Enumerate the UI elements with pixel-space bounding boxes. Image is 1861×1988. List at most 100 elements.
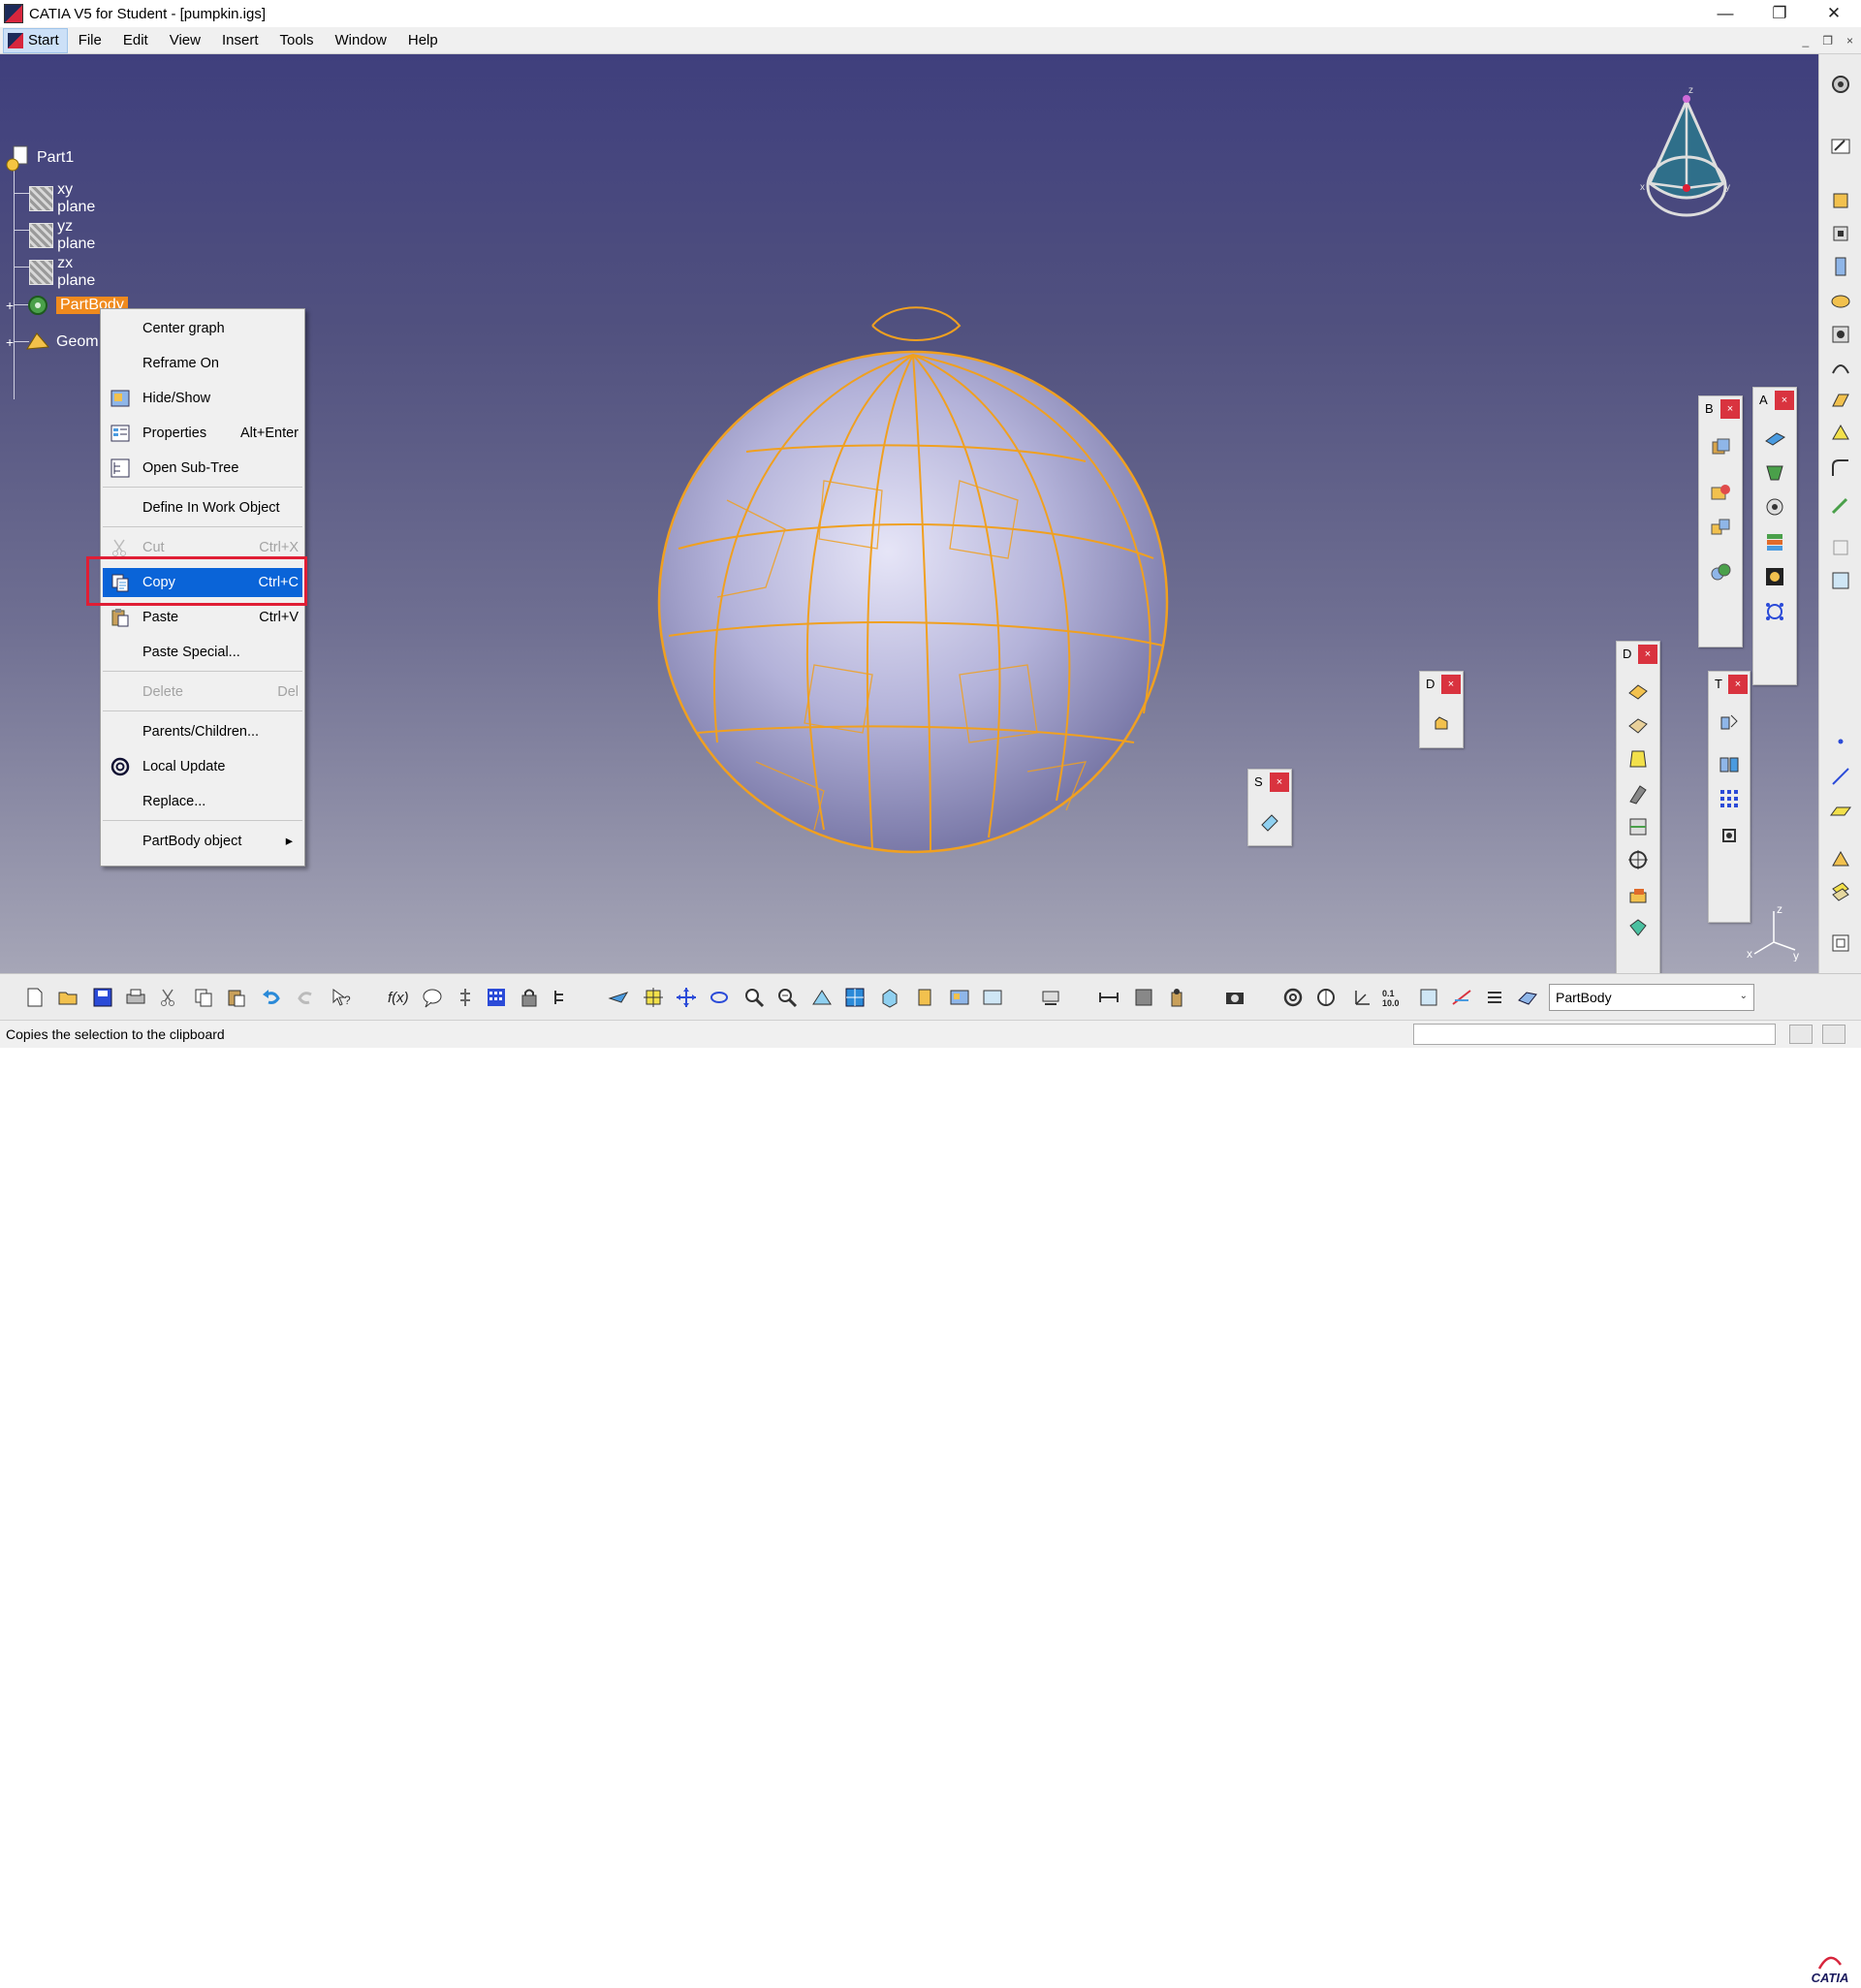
thickness-icon[interactable] xyxy=(1625,781,1651,806)
menu-item-paste-special[interactable]: Paste Special... xyxy=(103,638,302,667)
groove-tool-icon[interactable] xyxy=(1827,289,1854,314)
scaling-icon[interactable] xyxy=(1717,823,1742,848)
hide-show-view-icon[interactable] xyxy=(946,984,973,1011)
stiffener-tool-icon[interactable] xyxy=(1827,421,1854,446)
toolbar-header[interactable]: T × xyxy=(1709,672,1750,697)
sketcher-icon[interactable] xyxy=(1827,134,1854,159)
close-icon[interactable]: × xyxy=(1441,675,1461,694)
add-body-icon[interactable] xyxy=(1708,480,1733,505)
hole-tool-icon[interactable] xyxy=(1827,322,1854,347)
point-icon[interactable] xyxy=(1827,729,1854,754)
interactive-drafting-icon[interactable] xyxy=(1312,984,1340,1011)
stop-command-button[interactable] xyxy=(1822,1025,1845,1044)
sweep-icon[interactable] xyxy=(1762,494,1787,520)
knowledge-icon[interactable] xyxy=(452,984,479,1011)
tree-root-part1[interactable]: Part1 xyxy=(4,143,74,173)
boolean-operation-icon[interactable] xyxy=(1708,435,1733,460)
open-folder-icon[interactable] xyxy=(54,984,81,1011)
pocket-tool-icon[interactable] xyxy=(1827,221,1854,246)
redo-icon[interactable] xyxy=(293,984,320,1011)
isometric-view-icon[interactable] xyxy=(876,984,903,1011)
comment-icon[interactable] xyxy=(419,984,446,1011)
multi-section-icon[interactable] xyxy=(1762,529,1787,554)
tree-item-xy-plane[interactable]: xy plane xyxy=(29,181,102,216)
local-update-icon[interactable] xyxy=(1279,984,1307,1011)
menu-view[interactable]: View xyxy=(159,32,211,48)
close-icon[interactable]: × xyxy=(1775,391,1794,410)
menu-item-properties[interactable]: Properties Alt+Enter xyxy=(103,419,302,448)
shading-icon[interactable] xyxy=(911,984,938,1011)
menu-tools[interactable]: Tools xyxy=(268,32,324,48)
doc-minimize-button[interactable]: _ xyxy=(1803,34,1810,47)
menu-item-open-sub-tree[interactable]: Open Sub-Tree xyxy=(103,454,302,483)
hidden-tool-icon[interactable] xyxy=(1827,535,1854,560)
close-icon[interactable]: × xyxy=(1638,645,1657,664)
compass-icon[interactable]: z x y xyxy=(1638,81,1735,227)
copy-icon[interactable] xyxy=(190,984,217,1011)
close-icon[interactable]: × xyxy=(1270,773,1289,792)
menu-item-partbody-object[interactable]: PartBody object ▸ xyxy=(103,827,302,856)
fit-all-in-icon[interactable] xyxy=(640,984,667,1011)
axis-system-icon[interactable] xyxy=(1827,847,1854,872)
rib-tool-icon[interactable] xyxy=(1827,355,1854,380)
tree-item-geometrical-set[interactable]: + Geom xyxy=(6,330,99,355)
toolbar-header[interactable]: D × xyxy=(1617,642,1659,667)
constraints-icon[interactable] xyxy=(1415,984,1442,1011)
assemble-icon[interactable] xyxy=(1708,515,1733,540)
fly-mode-icon[interactable] xyxy=(605,984,632,1011)
undo-icon[interactable] xyxy=(258,984,285,1011)
menu-item-paste[interactable]: Paste Ctrl+V xyxy=(103,603,302,632)
frame-tool-icon[interactable] xyxy=(1827,568,1854,593)
measure-inertia-icon[interactable] xyxy=(1163,984,1190,1011)
measure-icon[interactable] xyxy=(1762,564,1787,589)
axis-system-tool-icon[interactable] xyxy=(1347,984,1374,1011)
zoom-in-icon[interactable] xyxy=(741,984,768,1011)
edge-fillet-icon[interactable] xyxy=(1827,456,1854,481)
close-icon[interactable]: × xyxy=(1728,675,1748,694)
line-icon[interactable] xyxy=(1827,764,1854,789)
grid-snap-icon[interactable] xyxy=(1448,984,1475,1011)
expand-icon[interactable]: + xyxy=(6,334,23,350)
translation-icon[interactable] xyxy=(1717,709,1742,734)
menu-item-center-graph[interactable]: Center graph xyxy=(103,314,302,343)
pattern-icon[interactable] xyxy=(1762,599,1787,624)
surface-eraser-icon[interactable] xyxy=(1257,808,1282,834)
whats-this-icon[interactable]: ? xyxy=(328,984,355,1011)
new-file-icon[interactable] xyxy=(21,984,48,1011)
menu-edit[interactable]: Edit xyxy=(112,32,159,48)
doc-restore-button[interactable]: ❐ xyxy=(1822,34,1833,47)
pad-tool-icon[interactable] xyxy=(1827,188,1854,213)
expand-icon[interactable]: + xyxy=(6,298,23,313)
menu-insert[interactable]: Insert xyxy=(211,32,269,48)
replace-face-icon[interactable] xyxy=(1625,915,1651,940)
menu-item-define-in-work-object[interactable]: Define In Work Object xyxy=(103,493,302,522)
formula-icon[interactable]: f(x) xyxy=(386,984,413,1011)
swap-visible-icon[interactable] xyxy=(979,984,1006,1011)
pan-icon[interactable] xyxy=(673,984,700,1011)
command-input-field[interactable] xyxy=(1413,1024,1776,1045)
number-format-icon[interactable]: 0.1 10.0 xyxy=(1380,984,1407,1011)
dress-up-hand-icon[interactable] xyxy=(1429,710,1454,736)
toolbar-header[interactable]: A × xyxy=(1753,388,1796,413)
save-icon[interactable] xyxy=(89,984,116,1011)
doc-close-button[interactable]: × xyxy=(1846,34,1853,47)
update-all-icon[interactable] xyxy=(1037,984,1064,1011)
plane-icon[interactable] xyxy=(1827,799,1854,824)
start-menu[interactable]: Start xyxy=(3,27,68,53)
toolbar-header[interactable]: B × xyxy=(1699,396,1742,422)
measure-between-icon[interactable] xyxy=(1095,984,1122,1011)
scissors-icon[interactable] xyxy=(155,984,182,1011)
apply-material-icon[interactable] xyxy=(1514,984,1541,1011)
restore-button[interactable]: ❐ xyxy=(1752,0,1807,27)
minimize-button[interactable]: — xyxy=(1698,0,1752,27)
paste-icon[interactable] xyxy=(223,984,250,1011)
remove-face-icon[interactable] xyxy=(1625,884,1651,909)
menu-item-reframe-on[interactable]: Reframe On xyxy=(103,349,302,378)
layer-list-icon[interactable] xyxy=(1481,984,1508,1011)
current-body-select[interactable]: PartBody ⌄ xyxy=(1549,984,1754,1011)
normal-view-icon[interactable] xyxy=(808,984,836,1011)
pad-icon[interactable] xyxy=(1762,425,1787,450)
target-icon[interactable] xyxy=(1625,847,1651,872)
calculator-table-icon[interactable] xyxy=(483,984,510,1011)
toolbar-header[interactable]: D × xyxy=(1420,672,1463,697)
